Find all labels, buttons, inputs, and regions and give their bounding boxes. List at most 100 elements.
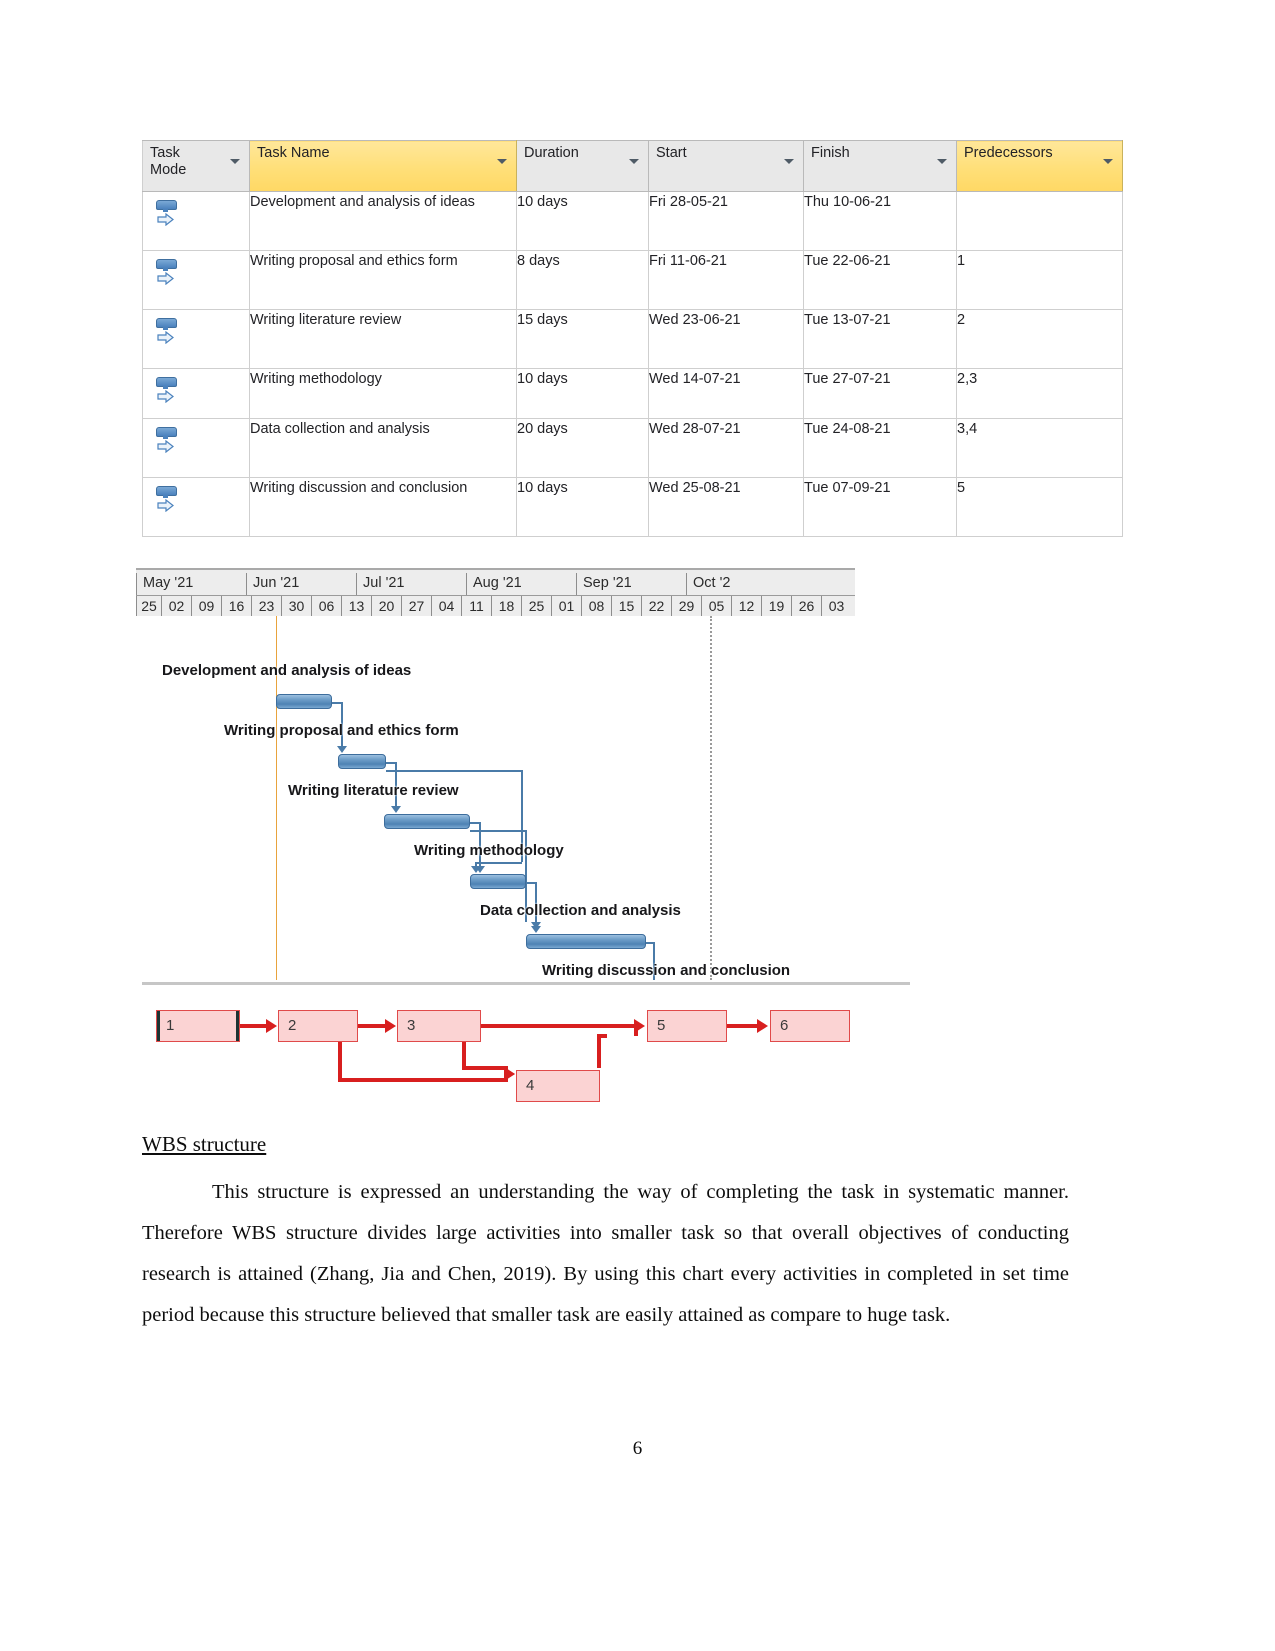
cell-predecessors[interactable]: 5 xyxy=(956,477,1123,537)
wbs-connector xyxy=(727,1024,759,1028)
column-header-start-label: Start xyxy=(656,145,687,161)
cell-start[interactable]: Wed 28-07-21 xyxy=(648,418,804,478)
cell-start[interactable]: Wed 23-06-21 xyxy=(648,309,804,369)
column-header-task-name[interactable]: Task Name xyxy=(249,140,517,192)
table-row[interactable]: Writing literature review 15 days Wed 23-0… xyxy=(142,309,1123,369)
gantt-bar-label: Data collection and analysis xyxy=(480,902,681,919)
cell-task-mode[interactable] xyxy=(142,418,250,478)
gantt-week-label: 02 xyxy=(161,596,191,616)
cell-task-mode[interactable] xyxy=(142,368,250,419)
gantt-month-label: Oct '2 xyxy=(686,573,746,595)
project-task-table[interactable]: Task Mode Task Name Duration Start Finis… xyxy=(142,140,1123,537)
cell-finish[interactable]: Tue 27-07-21 xyxy=(803,368,957,419)
cell-predecessors[interactable]: 3,4 xyxy=(956,418,1123,478)
cell-task-name[interactable]: Writing proposal and ethics form xyxy=(249,250,517,310)
cell-start[interactable]: Wed 25-08-21 xyxy=(648,477,804,537)
table-row[interactable]: Data collection and analysis 20 days Wed 2… xyxy=(142,418,1123,478)
cell-task-mode[interactable] xyxy=(142,309,250,369)
gantt-week-label: 20 xyxy=(371,596,401,616)
gantt-week-label: 05 xyxy=(701,596,731,616)
wbs-arrow-icon xyxy=(266,1019,277,1033)
cell-task-mode[interactable] xyxy=(142,191,250,251)
gantt-month-label: Jun '21 xyxy=(246,573,356,595)
cell-task-name[interactable]: Writing literature review xyxy=(249,309,517,369)
cell-task-name[interactable]: Writing discussion and conclusion xyxy=(249,477,517,537)
cell-finish[interactable]: Thu 10-06-21 xyxy=(803,191,957,251)
cell-duration[interactable]: 15 days xyxy=(516,309,649,369)
gantt-week-label: 18 xyxy=(491,596,521,616)
auto-schedule-icon xyxy=(156,377,182,407)
table-row[interactable]: Development and analysis of ideas 10 days… xyxy=(142,191,1123,251)
cell-predecessors[interactable] xyxy=(956,191,1123,251)
gantt-task-bar[interactable] xyxy=(276,694,332,709)
cell-finish[interactable]: Tue 07-09-21 xyxy=(803,477,957,537)
column-header-start[interactable]: Start xyxy=(648,140,804,192)
wbs-arrow-icon xyxy=(504,1067,515,1081)
gantt-week-label: 09 xyxy=(191,596,221,616)
cell-task-mode[interactable] xyxy=(142,477,250,537)
cell-start[interactable]: Wed 14-07-21 xyxy=(648,368,804,419)
chevron-down-icon[interactable] xyxy=(629,159,639,164)
chevron-down-icon[interactable] xyxy=(1103,159,1113,164)
cell-duration[interactable]: 10 days xyxy=(516,191,649,251)
wbs-node-3[interactable]: 3 xyxy=(397,1010,481,1042)
cell-finish[interactable]: Tue 22-06-21 xyxy=(803,250,957,310)
gantt-bar-label: Writing literature review xyxy=(288,782,459,799)
gantt-link-arrow-icon xyxy=(475,866,485,873)
cell-predecessors[interactable]: 1 xyxy=(956,250,1123,310)
cell-duration[interactable]: 20 days xyxy=(516,418,649,478)
gantt-week-label: 26 xyxy=(791,596,821,616)
wbs-node-6[interactable]: 6 xyxy=(770,1010,850,1042)
chevron-down-icon[interactable] xyxy=(784,159,794,164)
cell-task-mode[interactable] xyxy=(142,250,250,310)
wbs-node-2[interactable]: 2 xyxy=(278,1010,358,1042)
table-row[interactable]: Writing proposal and ethics form 8 days Fr… xyxy=(142,250,1123,310)
gantt-bar-label: Writing methodology xyxy=(414,842,564,859)
cell-duration[interactable]: 10 days xyxy=(516,368,649,419)
cell-predecessors[interactable]: 2,3 xyxy=(956,368,1123,419)
wbs-node-1[interactable]: 1 xyxy=(156,1010,240,1042)
gantt-task-bar[interactable] xyxy=(526,934,646,949)
wbs-connector xyxy=(462,1066,508,1070)
column-header-finish[interactable]: Finish xyxy=(803,140,957,192)
wbs-node-5[interactable]: 5 xyxy=(647,1010,727,1042)
wbs-connector xyxy=(240,1024,268,1028)
gantt-task-bar[interactable] xyxy=(470,874,526,889)
table-row[interactable]: Writing methodology 10 days Wed 14-07-21 Tu… xyxy=(142,368,1123,419)
cell-task-name[interactable]: Writing methodology xyxy=(249,368,517,419)
gantt-plot-area[interactable]: Development and analysis of ideas Writing… xyxy=(136,616,855,980)
cell-start[interactable]: Fri 11-06-21 xyxy=(648,250,804,310)
wbs-node-4[interactable]: 4 xyxy=(516,1070,600,1102)
gantt-task-bar[interactable] xyxy=(338,754,386,769)
column-header-predecessors[interactable]: Predecessors xyxy=(956,140,1123,192)
gantt-month-label: Sep '21 xyxy=(576,573,686,595)
page-number: 6 xyxy=(632,1438,643,1459)
auto-schedule-icon xyxy=(156,318,182,348)
gantt-week-label: 25 xyxy=(136,596,161,616)
cell-start[interactable]: Fri 28-05-21 xyxy=(648,191,804,251)
chevron-down-icon[interactable] xyxy=(937,159,947,164)
chevron-down-icon[interactable] xyxy=(230,159,240,164)
cell-finish[interactable]: Tue 24-08-21 xyxy=(803,418,957,478)
page-title: WBS structure xyxy=(142,1132,267,1156)
gantt-week-label: 11 xyxy=(461,596,491,616)
column-header-task-mode[interactable]: Task Mode xyxy=(142,140,250,192)
table-row[interactable]: Writing discussion and conclusion 10 days… xyxy=(142,477,1123,537)
cell-task-name[interactable]: Development and analysis of ideas xyxy=(249,191,517,251)
cell-task-name[interactable]: Data collection and analysis xyxy=(249,418,517,478)
cell-duration[interactable]: 8 days xyxy=(516,250,649,310)
cell-finish[interactable]: Tue 13-07-21 xyxy=(803,309,957,369)
wbs-network-diagram[interactable]: 1 2 3 4 5 6 xyxy=(142,982,910,1107)
cell-predecessors[interactable]: 2 xyxy=(956,309,1123,369)
column-header-duration[interactable]: Duration xyxy=(516,140,649,192)
table-body[interactable]: Development and analysis of ideas 10 days… xyxy=(142,191,1123,537)
wbs-connector xyxy=(597,1034,607,1038)
gantt-week-label: 03 xyxy=(821,596,851,616)
gantt-dependency-link xyxy=(470,830,526,832)
wbs-connector xyxy=(481,1024,636,1028)
gantt-task-bar[interactable] xyxy=(384,814,470,829)
gantt-week-label: 01 xyxy=(551,596,581,616)
chevron-down-icon[interactable] xyxy=(497,159,507,164)
gantt-chart[interactable]: May '21 Jun '21 Jul '21 Aug '21 Sep '21 Oct '… xyxy=(136,568,855,980)
cell-duration[interactable]: 10 days xyxy=(516,477,649,537)
